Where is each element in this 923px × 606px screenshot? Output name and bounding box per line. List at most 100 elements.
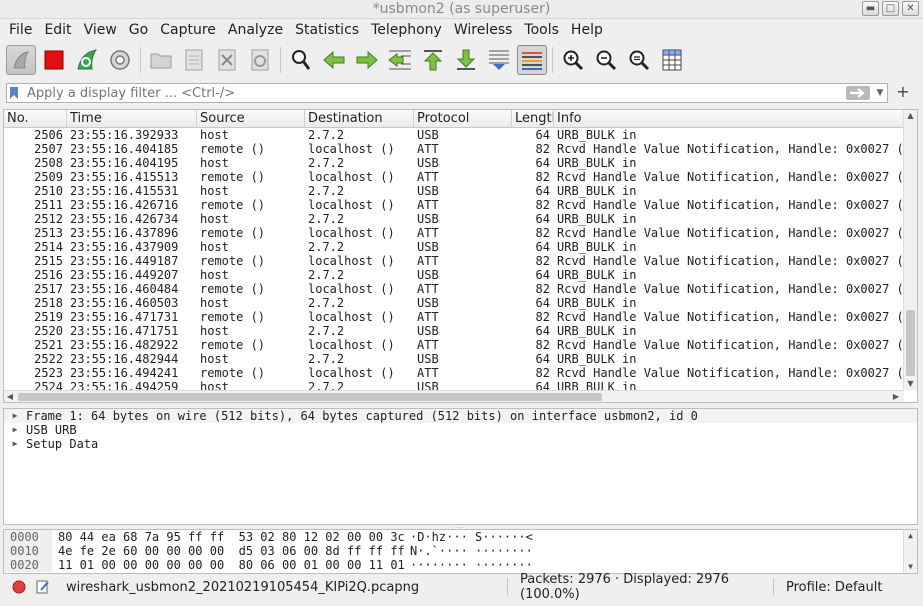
- bytes-row[interactable]: 0010 4e fe 2e 60 00 00 00 00 d5 03 06 00…: [4, 544, 917, 558]
- colorize-button[interactable]: [517, 44, 547, 75]
- packet-list-vscrollbar[interactable]: ▲ ▼: [903, 110, 917, 390]
- add-filter-button[interactable]: +: [895, 82, 911, 102]
- edit-comment-icon[interactable]: [36, 580, 50, 594]
- packet-row[interactable]: 2521 23:55:16.482922 remote () localhost ()…: [4, 338, 904, 352]
- start-capture-button[interactable]: [6, 44, 36, 75]
- close-button[interactable]: ✕: [902, 1, 919, 16]
- bytes-row[interactable]: 0020 11 01 00 00 00 00 00 00 80 06 00 01…: [4, 558, 917, 572]
- hscroll-thumb[interactable]: [18, 393, 602, 401]
- packet-row[interactable]: 2512 23:55:16.426734 host 2.7.2 USB 64 URB_BUL…: [4, 212, 904, 226]
- expand-arrow-icon[interactable]: ▶: [4, 409, 26, 423]
- scroll-down-arrow[interactable]: ▼: [904, 561, 917, 573]
- go-to-packet-button[interactable]: [385, 45, 415, 75]
- detail-row-usb-urb[interactable]: ▶ USB URB: [4, 423, 917, 437]
- column-header-destination[interactable]: Destination: [305, 110, 414, 128]
- save-file-button[interactable]: [179, 45, 209, 75]
- bytes-offset: 0020: [4, 558, 52, 572]
- cell-info: Rcvd Handle Value Notification, Handle: …: [557, 170, 904, 184]
- menu-capture[interactable]: Capture: [154, 22, 222, 38]
- menu-telephony[interactable]: Telephony: [365, 22, 448, 38]
- stop-capture-button[interactable]: [39, 45, 69, 75]
- menu-file[interactable]: File: [3, 22, 38, 38]
- detail-row-frame[interactable]: ▶ Frame 1: 64 bytes on wire (512 bits), …: [4, 409, 917, 423]
- packet-row[interactable]: 2514 23:55:16.437909 host 2.7.2 USB 64 URB_BUL…: [4, 240, 904, 254]
- column-header-protocol[interactable]: Protocol: [414, 110, 512, 128]
- zoom-out-button[interactable]: [591, 45, 621, 75]
- column-header-time[interactable]: Time: [67, 110, 197, 128]
- menu-go[interactable]: Go: [123, 22, 154, 38]
- packet-row[interactable]: 2510 23:55:16.415531 host 2.7.2 USB 64 URB_BUL…: [4, 184, 904, 198]
- detail-text: Setup Data: [26, 437, 99, 451]
- capture-options-button[interactable]: [105, 45, 135, 75]
- filter-bookmark-button[interactable]: [7, 84, 21, 102]
- zoom-normal-button[interactable]: [624, 45, 654, 75]
- autoscroll-button[interactable]: [484, 45, 514, 75]
- resize-columns-button[interactable]: [657, 45, 687, 75]
- column-header-source[interactable]: Source: [197, 110, 305, 128]
- go-forward-button[interactable]: [352, 45, 382, 75]
- status-bar: wireshark_usbmon2_20210219105454_KIPi2Q.…: [0, 572, 923, 602]
- go-back-button[interactable]: [319, 45, 349, 75]
- packet-row[interactable]: 2520 23:55:16.471751 host 2.7.2 USB 64 URB_BUL…: [4, 324, 904, 338]
- packet-row[interactable]: 2523 23:55:16.494241 remote () localhost ()…: [4, 366, 904, 380]
- minimize-button[interactable]: ▬: [862, 1, 879, 16]
- restart-capture-button[interactable]: [72, 45, 102, 75]
- scroll-left-arrow[interactable]: ◀: [4, 391, 16, 402]
- menu-statistics[interactable]: Statistics: [289, 22, 365, 38]
- packet-row[interactable]: 2517 23:55:16.460484 remote () localhost ()…: [4, 282, 904, 296]
- menu-edit[interactable]: Edit: [38, 22, 77, 38]
- pane-splitter-handle[interactable]: ····: [455, 525, 469, 532]
- packet-row[interactable]: 2513 23:55:16.437896 remote () localhost ()…: [4, 226, 904, 240]
- bytes-vscrollbar[interactable]: ▲ ▼: [903, 530, 917, 573]
- bytes-row[interactable]: 0000 80 44 ea 68 7a 95 ff ff 53 02 80 12…: [4, 530, 917, 544]
- open-file-button[interactable]: [146, 45, 176, 75]
- scroll-up-arrow[interactable]: ▲: [904, 110, 917, 122]
- column-header-no[interactable]: No.: [4, 110, 67, 128]
- menu-tools[interactable]: Tools: [518, 22, 565, 38]
- profile-indicator[interactable]: Profile: Default: [774, 580, 882, 595]
- cell-no: 2515: [34, 254, 63, 268]
- filter-history-dropdown[interactable]: ▼: [873, 88, 887, 98]
- packet-row[interactable]: 2508 23:55:16.404195 host 2.7.2 USB 64 URB_BUL…: [4, 156, 904, 170]
- menu-help[interactable]: Help: [565, 22, 609, 38]
- last-packet-button[interactable]: [451, 45, 481, 75]
- cell-time: 23:55:16.426716: [70, 198, 179, 212]
- zoom-in-button[interactable]: [558, 45, 588, 75]
- packet-row[interactable]: 2506 23:55:16.392933 host 2.7.2 USB 64 URB_BUL…: [4, 128, 904, 142]
- packet-row[interactable]: 2509 23:55:16.415513 remote () localhost ()…: [4, 170, 904, 184]
- packet-row[interactable]: 2515 23:55:16.449187 remote () localhost ()…: [4, 254, 904, 268]
- cell-info: URB_BULK in: [557, 212, 637, 226]
- menu-view[interactable]: View: [78, 22, 123, 38]
- expand-arrow-icon[interactable]: ▶: [4, 423, 26, 437]
- cell-time: 23:55:16.392933: [70, 128, 179, 142]
- packet-row[interactable]: 2511 23:55:16.426716 remote () localhost ()…: [4, 198, 904, 212]
- scroll-down-arrow[interactable]: ▼: [904, 378, 917, 390]
- column-header-length[interactable]: Length: [512, 110, 554, 128]
- expand-arrow-icon[interactable]: ▶: [4, 437, 26, 451]
- packet-row[interactable]: 2518 23:55:16.460503 host 2.7.2 USB 64 URB_BUL…: [4, 296, 904, 310]
- detail-row-setup-data[interactable]: ▶ Setup Data: [4, 437, 917, 451]
- scroll-right-arrow[interactable]: ▶: [890, 391, 902, 402]
- apply-filter-arrow-icon[interactable]: [846, 86, 870, 100]
- close-file-button[interactable]: [212, 45, 242, 75]
- maximize-button[interactable]: □: [882, 1, 899, 16]
- packet-list-hscrollbar[interactable]: ◀ ▶: [4, 390, 904, 402]
- packet-row[interactable]: 2524 23:55:16.494259 host 2.7.2 USB 64 URB_BUL…: [4, 380, 904, 390]
- menu-analyze[interactable]: Analyze: [222, 22, 289, 38]
- display-filter-input[interactable]: [21, 85, 846, 101]
- column-header-info[interactable]: Info: [554, 110, 904, 128]
- packet-row[interactable]: 2522 23:55:16.482944 host 2.7.2 USB 64 URB_BUL…: [4, 352, 904, 366]
- scroll-thumb[interactable]: [906, 310, 915, 376]
- menu-wireless[interactable]: Wireless: [448, 22, 519, 38]
- capture-error-icon[interactable]: [12, 580, 26, 594]
- first-packet-button[interactable]: [418, 45, 448, 75]
- packet-row[interactable]: 2516 23:55:16.449207 host 2.7.2 USB 64 URB_BUL…: [4, 268, 904, 282]
- scroll-up-arrow[interactable]: ▲: [904, 530, 917, 542]
- packet-row[interactable]: 2507 23:55:16.404185 remote () localhost ()…: [4, 142, 904, 156]
- find-packet-button[interactable]: [286, 45, 316, 75]
- cell-info: URB_BULK in: [557, 380, 637, 390]
- cell-time: 23:55:16.460503: [70, 296, 179, 310]
- packet-row[interactable]: 2519 23:55:16.471731 remote () localhost ()…: [4, 310, 904, 324]
- cell-info: URB_BULK in: [557, 268, 637, 282]
- reload-file-button[interactable]: [245, 45, 275, 75]
